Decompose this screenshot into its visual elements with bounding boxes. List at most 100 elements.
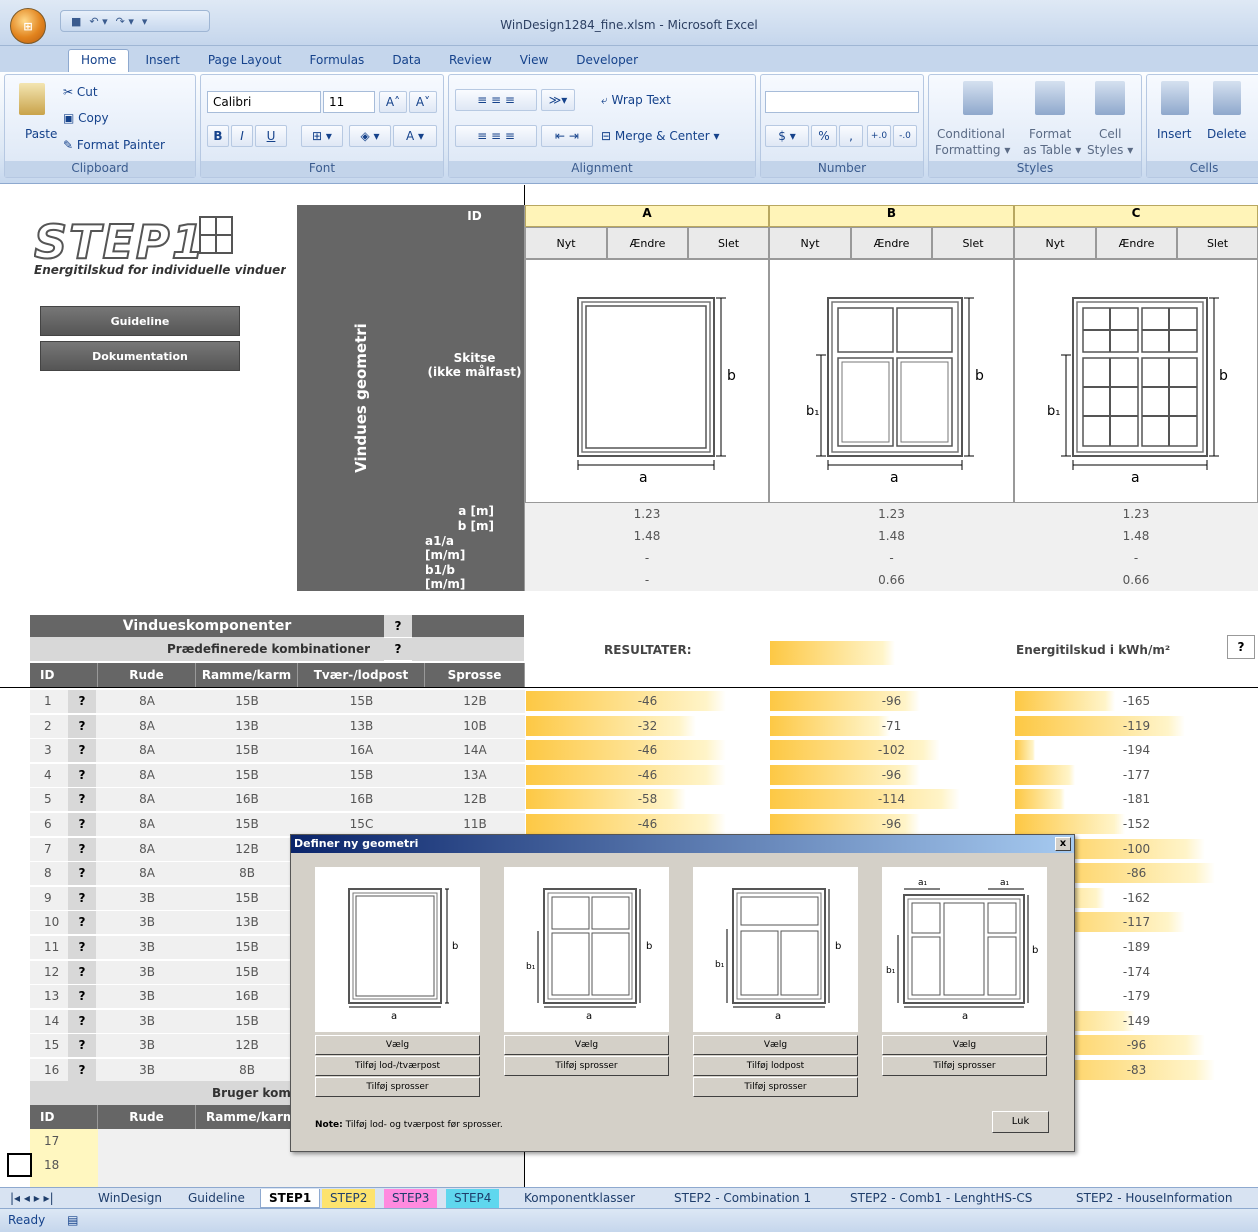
choose-simple-button[interactable]: Vælg (315, 1035, 480, 1055)
user-row-id-17[interactable]: 17 (30, 1134, 59, 1148)
slet-button-b[interactable]: Slet (932, 227, 1014, 259)
tab-insert[interactable]: Insert (133, 50, 191, 72)
orientation-button[interactable]: ≫▾ (541, 89, 575, 111)
decrease-decimal-button[interactable]: -.0 (893, 125, 917, 147)
sheet-tab-windesign[interactable]: WinDesign (90, 1189, 170, 1208)
choose-transom-button[interactable]: Vælg (693, 1035, 858, 1055)
aendre-button-b[interactable]: Ændre (851, 227, 932, 259)
currency-button[interactable]: $ ▾ (765, 125, 809, 147)
row-help-button[interactable]: ? (68, 1059, 96, 1082)
tab-page-layout[interactable]: Page Layout (196, 50, 294, 72)
predefined-help-button[interactable]: ? (384, 638, 412, 660)
shrink-font-button[interactable]: A˅ (409, 91, 437, 113)
row-help-button[interactable]: ? (68, 739, 96, 762)
copy-button[interactable]: ▣ Copy (63, 111, 109, 125)
paste-icon[interactable] (19, 83, 45, 115)
grow-font-button[interactable]: A˄ (379, 91, 407, 113)
format-painter-button[interactable]: ✎ Format Painter (63, 138, 165, 152)
row-help-button[interactable]: ? (68, 788, 96, 811)
indent-buttons[interactable]: ⇤ ⇥ (541, 125, 593, 147)
insert-button[interactable]: Insert (1157, 127, 1191, 141)
cell-styles-button[interactable]: Cell (1099, 127, 1121, 141)
font-color-button[interactable]: A ▾ (393, 125, 437, 147)
row-help-button[interactable]: ? (68, 690, 96, 713)
increase-decimal-button[interactable]: +.0 (867, 125, 891, 147)
row-help-button[interactable]: ? (68, 961, 96, 984)
guideline-button[interactable]: Guideline (40, 306, 240, 336)
aendre-button-a[interactable]: Ændre (607, 227, 688, 259)
fill-color-button[interactable]: ◈ ▾ (349, 125, 391, 147)
macro-record-icon[interactable]: ▤ (67, 1213, 78, 1227)
row-help-button[interactable]: ? (68, 715, 96, 738)
components-help-button[interactable]: ? (384, 615, 412, 637)
tab-data[interactable]: Data (380, 50, 433, 72)
add-sprosser-button-2[interactable]: Tilføj sprosser (504, 1056, 669, 1076)
underline-button[interactable]: U (255, 125, 287, 147)
cell-styles-icon[interactable] (1095, 81, 1125, 115)
active-cell[interactable] (7, 1153, 32, 1177)
format-table-icon[interactable] (1035, 81, 1065, 115)
nyt-button-c[interactable]: Nyt (1014, 227, 1096, 259)
nyt-button-a[interactable]: Nyt (525, 227, 607, 259)
dialog-close-button[interactable]: x (1055, 837, 1071, 851)
add-sprosser-button-1[interactable]: Tilføj sprosser (315, 1077, 480, 1097)
sheet-tab-step2[interactable]: STEP2 (322, 1189, 376, 1208)
bold-button[interactable]: B (207, 125, 229, 147)
row-help-button[interactable]: ? (68, 936, 96, 959)
sheet-tab-step2-lenght[interactable]: STEP2 - Comb1 - LenghtHS-CS (842, 1189, 1040, 1208)
sheet-tab-step3[interactable]: STEP3 (384, 1189, 438, 1208)
slet-button-c[interactable]: Slet (1177, 227, 1258, 259)
tab-home[interactable]: Home (68, 49, 130, 72)
font-size-select[interactable]: 11 (323, 91, 375, 113)
add-sprosser-button-4[interactable]: Tilføj sprosser (882, 1056, 1047, 1076)
energy-help-button[interactable]: ? (1227, 635, 1255, 659)
add-post-button[interactable]: Tilføj lod-/tværpost (315, 1056, 480, 1076)
tab-view[interactable]: View (508, 50, 560, 72)
sheet-tab-guideline[interactable]: Guideline (180, 1189, 253, 1208)
row-help-button[interactable]: ? (68, 813, 96, 836)
conditional-formatting-button[interactable]: Conditional (937, 127, 1005, 141)
documentation-button[interactable]: Dokumentation (40, 341, 240, 371)
horizontal-align-buttons[interactable]: ≡ ≡ ≡ (455, 125, 537, 147)
row-help-button[interactable]: ? (68, 911, 96, 934)
font-name-select[interactable]: Calibri (207, 91, 321, 113)
aendre-button-c[interactable]: Ændre (1096, 227, 1177, 259)
percent-button[interactable]: % (811, 125, 837, 147)
tab-nav-arrows[interactable]: |◂ ◂ ▸ ▸| (8, 1189, 56, 1208)
slet-button-a[interactable]: Slet (688, 227, 769, 259)
delete-button[interactable]: Delete (1207, 127, 1246, 141)
close-dialog-button[interactable]: Luk (992, 1111, 1049, 1133)
wrap-text-button[interactable]: ⤶ Wrap Text (601, 93, 671, 108)
delete-cells-icon[interactable] (1213, 81, 1241, 115)
sheet-tab-step2-house[interactable]: STEP2 - HouseInformation (1068, 1189, 1240, 1208)
row-help-button[interactable]: ? (68, 862, 96, 885)
sheet-tab-step2-comb1[interactable]: STEP2 - Combination 1 (666, 1189, 819, 1208)
tab-developer[interactable]: Developer (564, 50, 650, 72)
user-row-id-18[interactable]: 18 (30, 1158, 59, 1172)
italic-button[interactable]: I (231, 125, 253, 147)
sheet-tab-step1[interactable]: STEP1 (260, 1189, 321, 1208)
row-help-button[interactable]: ? (68, 985, 96, 1008)
nyt-button-b[interactable]: Nyt (769, 227, 851, 259)
format-as-table-button[interactable]: Format (1029, 127, 1071, 141)
row-help-button[interactable]: ? (68, 764, 96, 787)
add-lodpost-button[interactable]: Tilføj lodpost (693, 1056, 858, 1076)
tab-formulas[interactable]: Formulas (298, 50, 377, 72)
tab-review[interactable]: Review (437, 50, 504, 72)
vertical-align-buttons[interactable]: ≡ ≡ ≡ (455, 89, 537, 111)
paste-button[interactable]: Paste (25, 127, 57, 141)
cut-button[interactable]: ✂ Cut (63, 85, 98, 99)
choose-cross-button[interactable]: Vælg (504, 1035, 669, 1055)
row-help-button[interactable]: ? (68, 887, 96, 910)
row-help-button[interactable]: ? (68, 838, 96, 861)
row-help-button[interactable]: ? (68, 1034, 96, 1057)
borders-button[interactable]: ⊞ ▾ (301, 125, 343, 147)
sheet-tab-komponentklasser[interactable]: Komponentklasser (516, 1189, 643, 1208)
sheet-tab-step4[interactable]: STEP4 (446, 1189, 500, 1208)
merge-center-button[interactable]: ⊟ Merge & Center ▾ (601, 129, 720, 143)
comma-button[interactable]: , (839, 125, 863, 147)
number-format-select[interactable] (765, 91, 919, 113)
choose-three-light-button[interactable]: Vælg (882, 1035, 1047, 1055)
conditional-formatting-icon[interactable] (963, 81, 993, 115)
row-help-button[interactable]: ? (68, 1010, 96, 1033)
